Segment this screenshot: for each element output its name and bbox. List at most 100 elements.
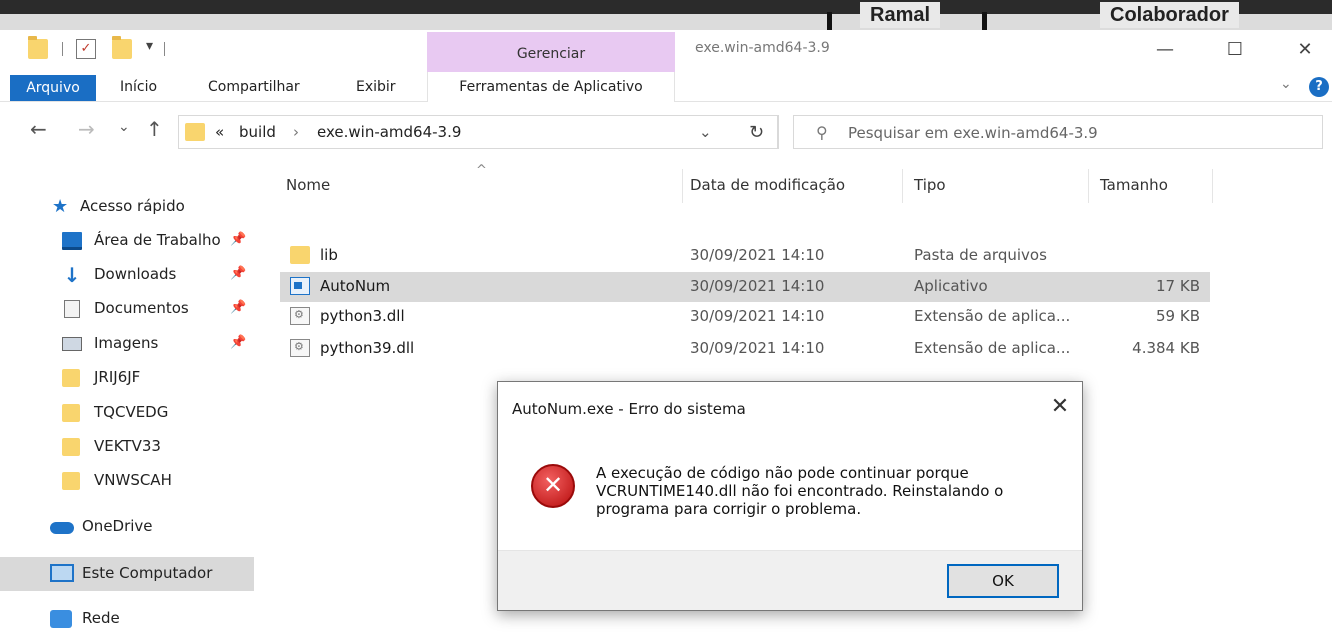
column-header-data[interactable]: Data de modificação bbox=[690, 176, 845, 194]
network-icon bbox=[50, 610, 72, 628]
tab-exibir[interactable]: Exibir bbox=[356, 72, 396, 102]
file-row-lib[interactable]: lib 30/09/2021 14:10 Pasta de arquivos bbox=[280, 241, 1210, 271]
sidebar-item-area-de-trabalho[interactable]: Área de Trabalho 📌 bbox=[0, 225, 254, 257]
desktop-icon bbox=[62, 232, 82, 250]
search-input[interactable]: ⚲ Pesquisar em exe.win-amd64-3.9 bbox=[793, 115, 1323, 149]
navigation-bar: ← → ⌄ ↑ « build › exe.win-amd64-3.9 ⌄ ↻ … bbox=[0, 103, 1332, 159]
manage-context-tab[interactable]: Gerenciar bbox=[427, 32, 675, 72]
documents-icon bbox=[64, 300, 80, 318]
search-icon: ⚲ bbox=[816, 123, 828, 142]
ok-button[interactable]: OK bbox=[947, 564, 1059, 598]
back-button[interactable]: ← bbox=[30, 117, 47, 141]
minimize-button[interactable]: — bbox=[1142, 34, 1188, 66]
dialog-close-button[interactable]: ✕ bbox=[1048, 394, 1072, 419]
sidebar-item-tqcvedg[interactable]: TQCVEDG bbox=[0, 397, 254, 429]
dialog-title: AutoNum.exe - Erro do sistema bbox=[512, 400, 746, 418]
sidebar-item-label: Este Computador bbox=[82, 564, 213, 582]
breadcrumb-overflow[interactable]: « bbox=[215, 123, 224, 141]
pin-icon: 📌 bbox=[230, 266, 247, 281]
pin-icon: 📌 bbox=[230, 232, 247, 247]
sort-ascending-icon: ^ bbox=[476, 163, 487, 178]
folder-icon bbox=[185, 123, 205, 141]
file-date: 30/09/2021 14:10 bbox=[690, 339, 825, 357]
column-header-tamanho[interactable]: Tamanho bbox=[1100, 176, 1168, 194]
sidebar-item-label: VEKTV33 bbox=[94, 437, 161, 455]
tab-inicio[interactable]: Início bbox=[120, 72, 157, 102]
breadcrumb-current[interactable]: exe.win-amd64-3.9 bbox=[317, 123, 461, 141]
sidebar-item-onedrive[interactable]: OneDrive bbox=[0, 511, 254, 543]
dialog-footer: OK bbox=[498, 550, 1082, 610]
folder-icon bbox=[28, 36, 48, 59]
column-divider[interactable] bbox=[682, 169, 683, 203]
forward-button[interactable]: → bbox=[78, 117, 95, 141]
background-divider bbox=[982, 12, 987, 30]
file-type: Aplicativo bbox=[914, 277, 988, 295]
sidebar-item-jrij6jf[interactable]: JRIJ6JF bbox=[0, 362, 254, 394]
tab-compartilhar[interactable]: Compartilhar bbox=[208, 72, 300, 102]
column-divider[interactable] bbox=[1212, 169, 1213, 203]
new-folder-icon[interactable] bbox=[112, 36, 132, 59]
background-header-colaborador: Colaborador bbox=[1100, 2, 1239, 28]
dll-icon bbox=[290, 307, 310, 325]
file-date: 30/09/2021 14:10 bbox=[690, 277, 825, 295]
column-divider[interactable] bbox=[1088, 169, 1089, 203]
file-row-python39-dll[interactable]: python39.dll 30/09/2021 14:10 Extensão d… bbox=[280, 334, 1210, 364]
sidebar-item-documentos[interactable]: Documentos 📌 bbox=[0, 293, 254, 325]
expand-ribbon-icon[interactable]: ⌄ bbox=[1280, 76, 1292, 92]
column-divider[interactable] bbox=[902, 169, 903, 203]
file-size: 4.384 KB bbox=[1132, 339, 1200, 357]
search-placeholder: Pesquisar em exe.win-amd64-3.9 bbox=[848, 124, 1098, 142]
file-name: python3.dll bbox=[320, 307, 405, 325]
error-icon: ✕ bbox=[531, 464, 575, 508]
breadcrumb-separator: › bbox=[293, 123, 299, 141]
customize-quick-access-icon[interactable]: ▾ bbox=[146, 38, 153, 54]
folder-icon bbox=[62, 472, 80, 490]
file-type: Extensão de aplica... bbox=[914, 339, 1071, 357]
sidebar-item-label: Downloads bbox=[94, 265, 177, 283]
address-bar[interactable]: « build › exe.win-amd64-3.9 ⌄ bbox=[178, 115, 778, 149]
tab-arquivo[interactable]: Arquivo bbox=[10, 75, 96, 101]
dialog-message: A execução de código não pode continuar … bbox=[596, 464, 1004, 518]
sidebar-item-vnwscah[interactable]: VNWSCAH bbox=[0, 465, 254, 497]
up-button[interactable]: ↑ bbox=[146, 117, 163, 141]
column-header-tipo[interactable]: Tipo bbox=[914, 176, 946, 194]
properties-icon[interactable]: ✓ bbox=[76, 39, 96, 59]
toolbar-separator bbox=[62, 42, 63, 56]
file-name: AutoNum bbox=[320, 277, 391, 295]
folder-icon bbox=[62, 438, 80, 456]
sidebar-item-este-computador[interactable]: Este Computador bbox=[0, 557, 254, 591]
sidebar-item-imagens[interactable]: Imagens 📌 bbox=[0, 328, 254, 360]
background-app-strip: Ramal Colaborador bbox=[0, 0, 1332, 30]
address-dropdown-icon[interactable]: ⌄ bbox=[699, 123, 712, 141]
file-date: 30/09/2021 14:10 bbox=[690, 246, 825, 264]
close-window-button[interactable]: ✕ bbox=[1282, 34, 1328, 66]
sidebar-item-downloads[interactable]: ↓ Downloads 📌 bbox=[0, 259, 254, 291]
sidebar-item-acesso-rapido[interactable]: ★ Acesso rápido bbox=[0, 191, 254, 223]
sidebar-item-label: Rede bbox=[82, 609, 120, 627]
folder-icon bbox=[290, 246, 310, 264]
file-size: 17 KB bbox=[1156, 277, 1200, 295]
sidebar-item-rede[interactable]: Rede bbox=[0, 603, 254, 635]
sidebar-item-label: Área de Trabalho bbox=[94, 231, 221, 249]
help-icon[interactable]: ? bbox=[1309, 77, 1329, 97]
download-icon: ↓ bbox=[63, 263, 81, 287]
folder-icon bbox=[62, 369, 80, 387]
file-row-autonum[interactable]: AutoNum 30/09/2021 14:10 Aplicativo 17 K… bbox=[280, 272, 1210, 302]
maximize-button[interactable]: ☐ bbox=[1212, 34, 1258, 66]
application-icon bbox=[290, 277, 310, 295]
sidebar-item-label: Imagens bbox=[94, 334, 159, 352]
file-row-python3-dll[interactable]: python3.dll 30/09/2021 14:10 Extensão de… bbox=[280, 302, 1210, 332]
title-bar: ✓ ▾ Gerenciar exe.win-amd64-3.9 — ☐ ✕ bbox=[0, 30, 1332, 72]
toolbar-separator bbox=[164, 42, 165, 56]
recent-locations-button[interactable]: ⌄ bbox=[118, 119, 130, 135]
folder-icon bbox=[62, 404, 80, 422]
refresh-button[interactable]: ↻ bbox=[735, 115, 779, 149]
cloud-icon bbox=[50, 522, 74, 534]
computer-icon bbox=[50, 564, 74, 582]
sidebar-item-label: VNWSCAH bbox=[94, 471, 172, 489]
tab-ferramentas-de-aplicativo[interactable]: Ferramentas de Aplicativo bbox=[427, 72, 675, 102]
dll-icon bbox=[290, 339, 310, 357]
column-header-nome[interactable]: Nome bbox=[286, 176, 330, 194]
breadcrumb-build[interactable]: build bbox=[239, 123, 276, 141]
sidebar-item-vektv33[interactable]: VEKTV33 bbox=[0, 431, 254, 463]
